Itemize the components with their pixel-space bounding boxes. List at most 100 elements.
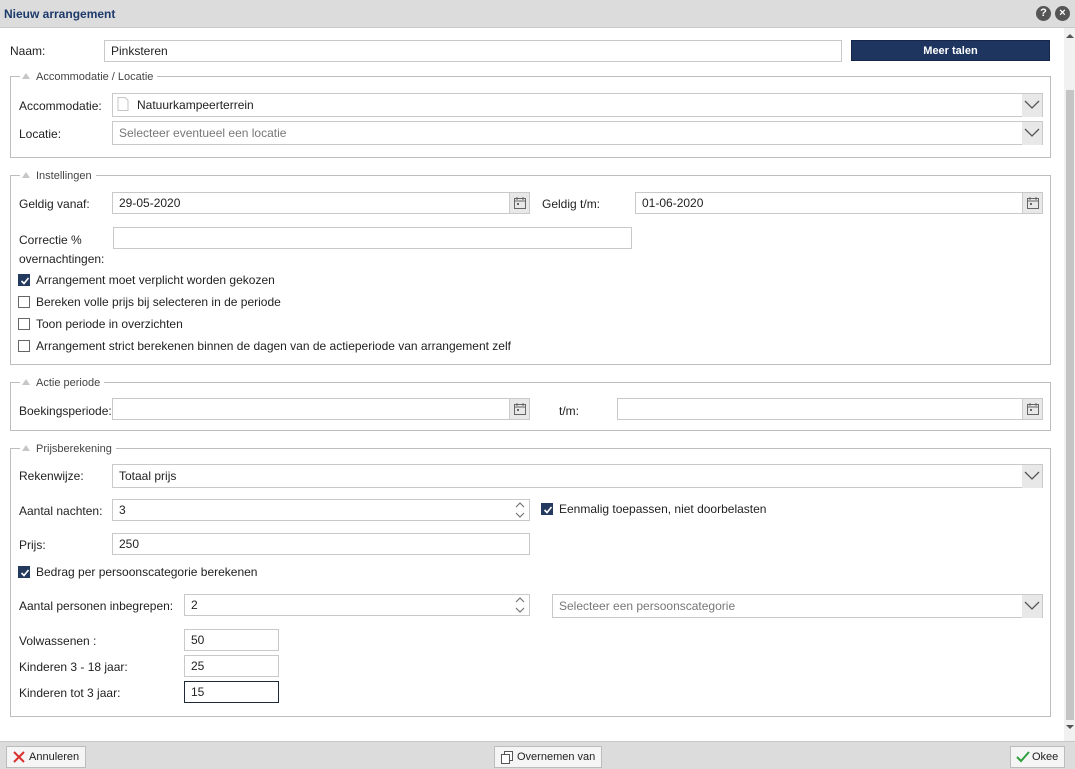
boekingsperiode-input[interactable] [112, 398, 530, 420]
overnemen-label: Overnemen van [517, 751, 596, 763]
volwassenen-input[interactable]: 50 [184, 629, 279, 651]
accommodatie-value: Natuurkampeerterrein [137, 98, 254, 112]
checkmark-icon [1016, 751, 1030, 763]
aantal-personen-input[interactable]: 2 [184, 594, 530, 616]
accommodatie-label: Accommodatie: [19, 99, 102, 113]
okee-label: Okee [1032, 751, 1059, 763]
actie-tm-input[interactable] [617, 398, 1043, 420]
rekenwijze-dropdown-button[interactable] [1022, 465, 1042, 488]
instellingen-legend-text: Instellingen [36, 170, 92, 182]
persoonscategorie-select[interactable]: Selecteer een persoonscategorie [552, 594, 1043, 618]
checkbox-bedrag-per-categorie[interactable] [18, 566, 30, 578]
checkbox-strict[interactable] [18, 340, 30, 352]
checkbox-verplicht[interactable] [18, 274, 30, 286]
kinderen-tot-3-label: Kinderen tot 3 jaar: [19, 686, 121, 700]
chevron-down-icon [1024, 471, 1040, 480]
aantal-nachten-spinner[interactable] [514, 500, 526, 520]
geldig-vanaf-label: Geldig vanaf: [19, 197, 90, 211]
boekingsperiode-label: Boekingsperiode: [19, 404, 112, 418]
checkbox-bedrag-label: Bedrag per persoonscategorie berekenen [36, 565, 258, 579]
aantal-personen-label: Aantal personen inbegrepen: [19, 599, 174, 613]
locatie-dropdown-button[interactable] [1022, 122, 1042, 145]
persoonscategorie-dropdown-button[interactable] [1022, 595, 1042, 618]
scroll-down-icon[interactable] [1066, 724, 1074, 730]
checkmark-icon [20, 277, 30, 285]
correctie-label-line1: Correctie % [19, 233, 82, 247]
accommodatie-legend-text: Accommodatie / Locatie [36, 71, 154, 83]
collapse-triangle-icon [22, 379, 30, 385]
overnemen-button[interactable]: Overnemen van [494, 746, 602, 768]
actie-periode-legend-text: Actie periode [36, 377, 101, 389]
copy-icon [501, 751, 513, 764]
accommodatie-select[interactable]: Natuurkampeerterrein [112, 93, 1043, 117]
rekenwijze-select[interactable]: Totaal prijs [112, 464, 1043, 488]
actie-tm-calendar-button[interactable] [1022, 399, 1042, 419]
checkbox-eenmalig-label: Eenmalig toepassen, niet doorbelasten [559, 502, 767, 516]
close-x-icon [13, 751, 25, 763]
help-icon[interactable]: ? [1036, 6, 1051, 21]
accommodatie-legend[interactable]: Accommodatie / Locatie [20, 71, 158, 83]
calendar-icon [514, 403, 526, 415]
close-icon[interactable]: × [1055, 6, 1070, 21]
checkbox-strict-label: Arrangement strict berekenen binnen de d… [36, 339, 511, 353]
checkbox-volle-prijs-label: Bereken volle prijs bij selecteren in de… [36, 295, 281, 309]
boekingsperiode-calendar-button[interactable] [509, 399, 529, 419]
prijsberekening-fieldset [10, 448, 1051, 717]
kinderen-3-18-input[interactable]: 25 [184, 655, 279, 677]
dialog-titlebar: Nieuw arrangement ? × [0, 0, 1075, 28]
geldig-tm-label: Geldig t/m: [542, 197, 601, 211]
scroll-up-icon[interactable] [1066, 33, 1074, 39]
prijs-input[interactable]: 250 [112, 533, 530, 555]
locatie-placeholder: Selecteer eventueel een locatie [119, 126, 287, 140]
naam-label: Naam: [10, 44, 46, 58]
accommodatie-dropdown-button[interactable] [1022, 94, 1042, 117]
dialog-footer: Annuleren Overnemen van Okee [0, 741, 1075, 769]
geldig-tm-input[interactable]: 01-06-2020 [635, 192, 1043, 214]
checkbox-volle-prijs[interactable] [18, 296, 30, 308]
meer-talen-button[interactable]: Meer talen [851, 40, 1050, 61]
prijsberekening-legend[interactable]: Prijsberekening [20, 443, 116, 455]
aantal-personen-spinner[interactable] [514, 595, 526, 615]
checkmark-icon [20, 569, 30, 577]
okee-button[interactable]: Okee [1010, 746, 1065, 768]
volwassenen-label: Volwassenen : [19, 634, 97, 648]
naam-input[interactable]: Pinksteren [104, 40, 842, 62]
locatie-select[interactable]: Selecteer eventueel een locatie [112, 121, 1043, 145]
correctie-input[interactable] [113, 227, 632, 249]
document-icon [117, 97, 129, 111]
prijsberekening-legend-text: Prijsberekening [36, 443, 112, 455]
calendar-icon [1027, 403, 1039, 415]
chevron-down-icon [1024, 128, 1040, 137]
geldig-tm-calendar-button[interactable] [1022, 193, 1042, 213]
checkmark-icon [543, 506, 553, 514]
calendar-icon [514, 197, 526, 209]
kinderen-tot-3-input[interactable]: 15 [184, 681, 279, 703]
checkbox-verplicht-label: Arrangement moet verplicht worden gekoze… [36, 273, 275, 287]
persoonscategorie-placeholder: Selecteer een persoonscategorie [559, 599, 736, 613]
chevron-down-icon [1024, 100, 1040, 109]
aantal-nachten-label: Aantal nachten: [19, 504, 103, 518]
prijs-label: Prijs: [19, 538, 46, 552]
instellingen-legend[interactable]: Instellingen [20, 170, 96, 182]
rekenwijze-label: Rekenwijze: [19, 469, 84, 483]
aantal-nachten-input[interactable]: 3 [112, 499, 530, 521]
annuleren-label: Annuleren [29, 751, 80, 763]
checkbox-toon-periode[interactable] [18, 318, 30, 330]
actie-periode-legend[interactable]: Actie periode [20, 377, 105, 389]
actie-tm-label: t/m: [559, 404, 579, 418]
checkbox-eenmalig[interactable] [541, 503, 553, 515]
dialog-title: Nieuw arrangement [4, 7, 116, 21]
correctie-label-line2: overnachtingen: [19, 252, 105, 266]
checkbox-toon-periode-label: Toon periode in overzichten [36, 317, 183, 331]
accommodatie-fieldset [10, 76, 1051, 158]
annuleren-button[interactable]: Annuleren [6, 746, 86, 768]
scrollbar-thumb[interactable] [1066, 90, 1074, 720]
collapse-triangle-icon [22, 445, 30, 451]
collapse-triangle-icon [22, 172, 30, 178]
collapse-triangle-icon [22, 73, 30, 79]
calendar-icon [1027, 197, 1039, 209]
locatie-label: Locatie: [19, 127, 62, 141]
geldig-vanaf-calendar-button[interactable] [509, 193, 529, 213]
geldig-vanaf-input[interactable]: 29-05-2020 [112, 192, 530, 214]
rekenwijze-value: Totaal prijs [119, 469, 177, 483]
